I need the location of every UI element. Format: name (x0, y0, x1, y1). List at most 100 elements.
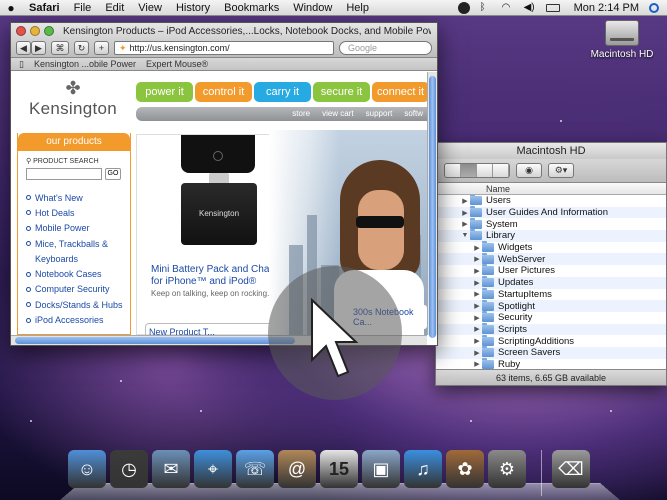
dock-system-preferences-icon[interactable]: ⚙ (488, 450, 526, 488)
dock-iphoto-icon[interactable]: ✿ (446, 450, 484, 488)
product-search-input[interactable] (26, 168, 102, 180)
sidebar-item[interactable]: iPod Accessories (18, 312, 130, 327)
disclosure-closed-icon[interactable]: ▶ (472, 325, 482, 333)
disclosure-closed-icon[interactable]: ▶ (472, 267, 482, 275)
wifi-icon[interactable]: ◠ (502, 2, 514, 14)
disclosure-closed-icon[interactable]: ▶ (472, 349, 482, 357)
dock-itunes-icon[interactable]: ♫ (404, 450, 442, 488)
sidebar-item[interactable]: Mice, Trackballs & (18, 236, 130, 251)
disclosure-closed-icon[interactable]: ▶ (472, 337, 482, 345)
dock-trash-icon[interactable]: ⌫ (552, 450, 590, 488)
subnav-link[interactable]: store (292, 107, 310, 121)
address-bar[interactable]: ✦ http://us.kensington.com/ (114, 40, 334, 55)
menu-help[interactable]: Help (339, 2, 376, 14)
sidebar-item[interactable]: Mobile Power (18, 221, 130, 236)
name-column-header[interactable]: Name (436, 183, 666, 195)
action-menu-button[interactable]: ⚙▾ (548, 163, 574, 178)
google-search-field[interactable]: Google (339, 40, 432, 55)
dock-mail-icon[interactable]: ✉ (152, 450, 190, 488)
spotlight-icon[interactable] (649, 2, 659, 13)
site-tab-control-it[interactable]: control it (195, 82, 252, 102)
disclosure-open-icon[interactable]: ▼ (460, 232, 470, 239)
finder-row[interactable]: ▶ User Guides And Information (436, 206, 666, 219)
desktop-hard-drive[interactable]: Macintosh HD (584, 20, 660, 60)
disclosure-closed-icon[interactable]: ▶ (472, 255, 482, 263)
disclosure-closed-icon[interactable]: ▶ (460, 220, 470, 228)
menu-view[interactable]: View (131, 2, 169, 14)
add-bookmark-button[interactable]: + (94, 40, 109, 55)
icon-view-button[interactable] (445, 164, 461, 177)
product-search-go-button[interactable]: GO (105, 168, 121, 180)
finder-row[interactable]: ▶ Spotlight (436, 299, 666, 312)
menu-history[interactable]: History (169, 2, 217, 14)
forward-button[interactable]: ▶ (31, 40, 46, 55)
add-to-dock-button[interactable]: ⌘ (51, 40, 69, 55)
back-button[interactable]: ◀ (16, 40, 31, 55)
finder-row[interactable]: ▶ StartupItems (436, 287, 666, 301)
dock-ichat-icon[interactable]: ☏ (236, 450, 274, 488)
finder-row[interactable]: ▶ Screen Savers (436, 346, 666, 359)
sidebar-item[interactable]: Keyboards (18, 251, 130, 266)
bookmark-item[interactable]: Expert Mouse® (146, 58, 208, 70)
menu-bookmarks[interactable]: Bookmarks (217, 2, 286, 14)
finder-row[interactable]: ▶ WebServer (436, 252, 666, 266)
sidebar-item[interactable]: Computer Security (18, 282, 130, 297)
iphone-image[interactable] (181, 135, 255, 173)
battery-icon[interactable] (545, 3, 560, 12)
dock-finder-icon[interactable]: ☺ (68, 450, 106, 488)
site-tab-power-it[interactable]: power it (136, 82, 193, 102)
dock-dashboard-icon[interactable]: ◷ (110, 450, 148, 488)
list-view-button[interactable] (461, 164, 477, 177)
disclosure-closed-icon[interactable]: ▶ (472, 360, 482, 368)
kensington-logo[interactable]: ✤ Kensington (23, 78, 123, 119)
site-tab-carry-it[interactable]: carry it (254, 82, 311, 102)
zoom-button[interactable] (44, 26, 54, 36)
disclosure-closed-icon[interactable]: ▶ (472, 244, 482, 252)
site-tab-connect-it[interactable]: connect it (372, 82, 427, 102)
finder-row[interactable]: ▶ System (436, 217, 666, 230)
dock-preview-icon[interactable]: ▣ (362, 450, 400, 488)
menu-clock[interactable]: Mon 2:14 PM (574, 2, 639, 14)
disclosure-closed-icon[interactable]: ▶ (460, 197, 470, 205)
reload-button[interactable]: ↻ (74, 40, 89, 55)
sidebar-item[interactable]: Hot Deals (18, 205, 130, 220)
menu-edit[interactable]: Edit (98, 2, 131, 14)
vertical-scrollbar[interactable] (427, 72, 437, 338)
subnav-link[interactable]: support (366, 107, 393, 121)
menu-safari[interactable]: Safari (22, 2, 67, 14)
column-view-button[interactable] (477, 164, 493, 177)
dock-safari-icon[interactable]: ⌖ (194, 450, 232, 488)
site-tab-secure-it[interactable]: secure it (313, 82, 370, 102)
bookmarks-book-icon[interactable]: ▯ (19, 58, 24, 70)
disclosure-closed-icon[interactable]: ▶ (472, 314, 482, 322)
disclosure-closed-icon[interactable]: ▶ (472, 302, 482, 310)
menu-file[interactable]: File (67, 2, 99, 14)
subnav-link[interactable]: softw (404, 107, 423, 121)
finder-row[interactable]: ▶ Scripts (436, 322, 666, 336)
finder-row[interactable]: ▶ Security (436, 311, 666, 324)
subnav-link[interactable]: view cart (322, 107, 354, 121)
minimize-button[interactable] (30, 26, 40, 36)
disclosure-closed-icon[interactable]: ▶ (472, 290, 482, 298)
battery-pack-image[interactable]: Kensington (181, 173, 257, 245)
quick-look-button[interactable]: ◉ (516, 163, 542, 178)
dock-address-book-icon[interactable]: @ (278, 450, 316, 488)
safari-titlebar[interactable]: Kensington Products – iPod Accessories,.… (11, 23, 437, 58)
finder-row[interactable]: ▶ Updates (436, 276, 666, 289)
apple-menu-icon[interactable]: ● (0, 1, 22, 15)
finder-row[interactable]: ▶ Users (436, 195, 666, 207)
close-button[interactable] (16, 26, 26, 36)
sidebar-item[interactable]: Docks/Stands & Hubs (18, 297, 130, 312)
menu-window[interactable]: Window (286, 2, 339, 14)
sidebar-item[interactable]: What's New (18, 190, 130, 205)
disclosure-closed-icon[interactable]: ▶ (472, 279, 482, 287)
dock-ical-icon[interactable]: 15 (320, 450, 358, 488)
finder-title[interactable]: Macintosh HD (436, 143, 666, 159)
bluetooth-icon[interactable]: ᛒ (480, 2, 492, 14)
finder-row[interactable]: ▶ Widgets (436, 241, 666, 254)
finder-row[interactable]: ▼ Library (436, 229, 666, 242)
finder-row[interactable]: ▶ ScriptingAdditions (436, 334, 666, 347)
bookmark-item[interactable]: Kensington ...obile Power (34, 58, 136, 70)
cover-flow-button[interactable] (493, 164, 509, 177)
time-machine-icon[interactable] (457, 1, 470, 14)
